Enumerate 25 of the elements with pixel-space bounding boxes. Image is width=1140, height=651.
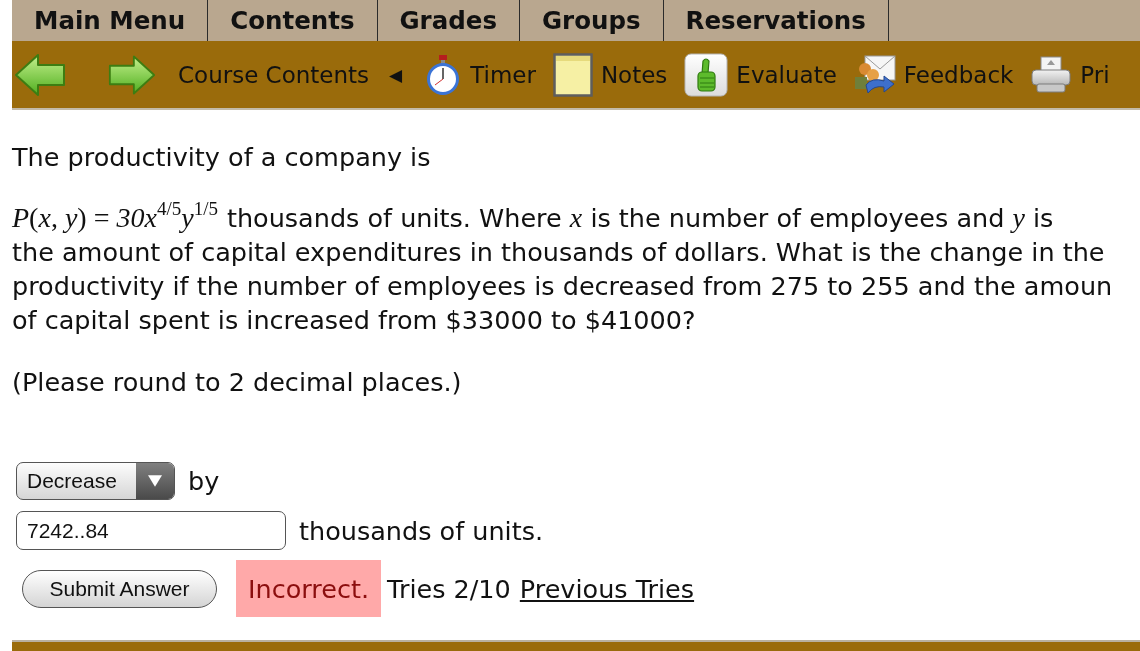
direction-dropdown[interactable]: Decrease [16,462,175,500]
notepad-icon [552,52,593,97]
by-label: by [188,465,220,498]
back-button[interactable] [14,52,66,97]
tries-count: Tries 2/10 [387,572,511,606]
caret-icon [136,463,174,499]
toolbar-link[interactable]: Timer [424,54,536,95]
result-message: Incorrect. [236,560,382,617]
toolbar-link[interactable]: Evaluate [684,52,837,97]
submit-answer-button[interactable]: Submit Answer [22,569,217,608]
printer-icon [1030,55,1073,94]
left-arrow-icon [14,52,66,97]
toolbar-link[interactable]: Notes [552,52,668,97]
thumbs-up-icon [684,52,729,97]
collapse-toggle[interactable]: ◀ [389,64,403,85]
envelope-icon [853,54,896,95]
previous-tries-link[interactable]: Previous Tries [519,571,695,606]
toolbar-link[interactable]: Pri [1030,55,1110,94]
toolbar-link[interactable]: Feedback [853,54,1014,95]
question-text: P(x, y) = 30x$^{4/5}$y$^{1/5}$ thousands of units. Where x is the number of employees and y is the amount of capital expenditures in thousands of dollars. What is the change in the productivity if the number of employees is decreased from 275 to 255 and the amoun of capital spent is increased from $33000 to $41000? [12,201,1114,337]
unit-label: thousands of units. [299,514,544,548]
answer-field[interactable]: 7242..84 [16,511,286,550]
rounding-note: (Please round to 2 decimal places.) [12,366,463,399]
course-contents-link[interactable]: Course Contents [178,61,370,88]
question-intro: The productivity of a company is [12,141,432,174]
